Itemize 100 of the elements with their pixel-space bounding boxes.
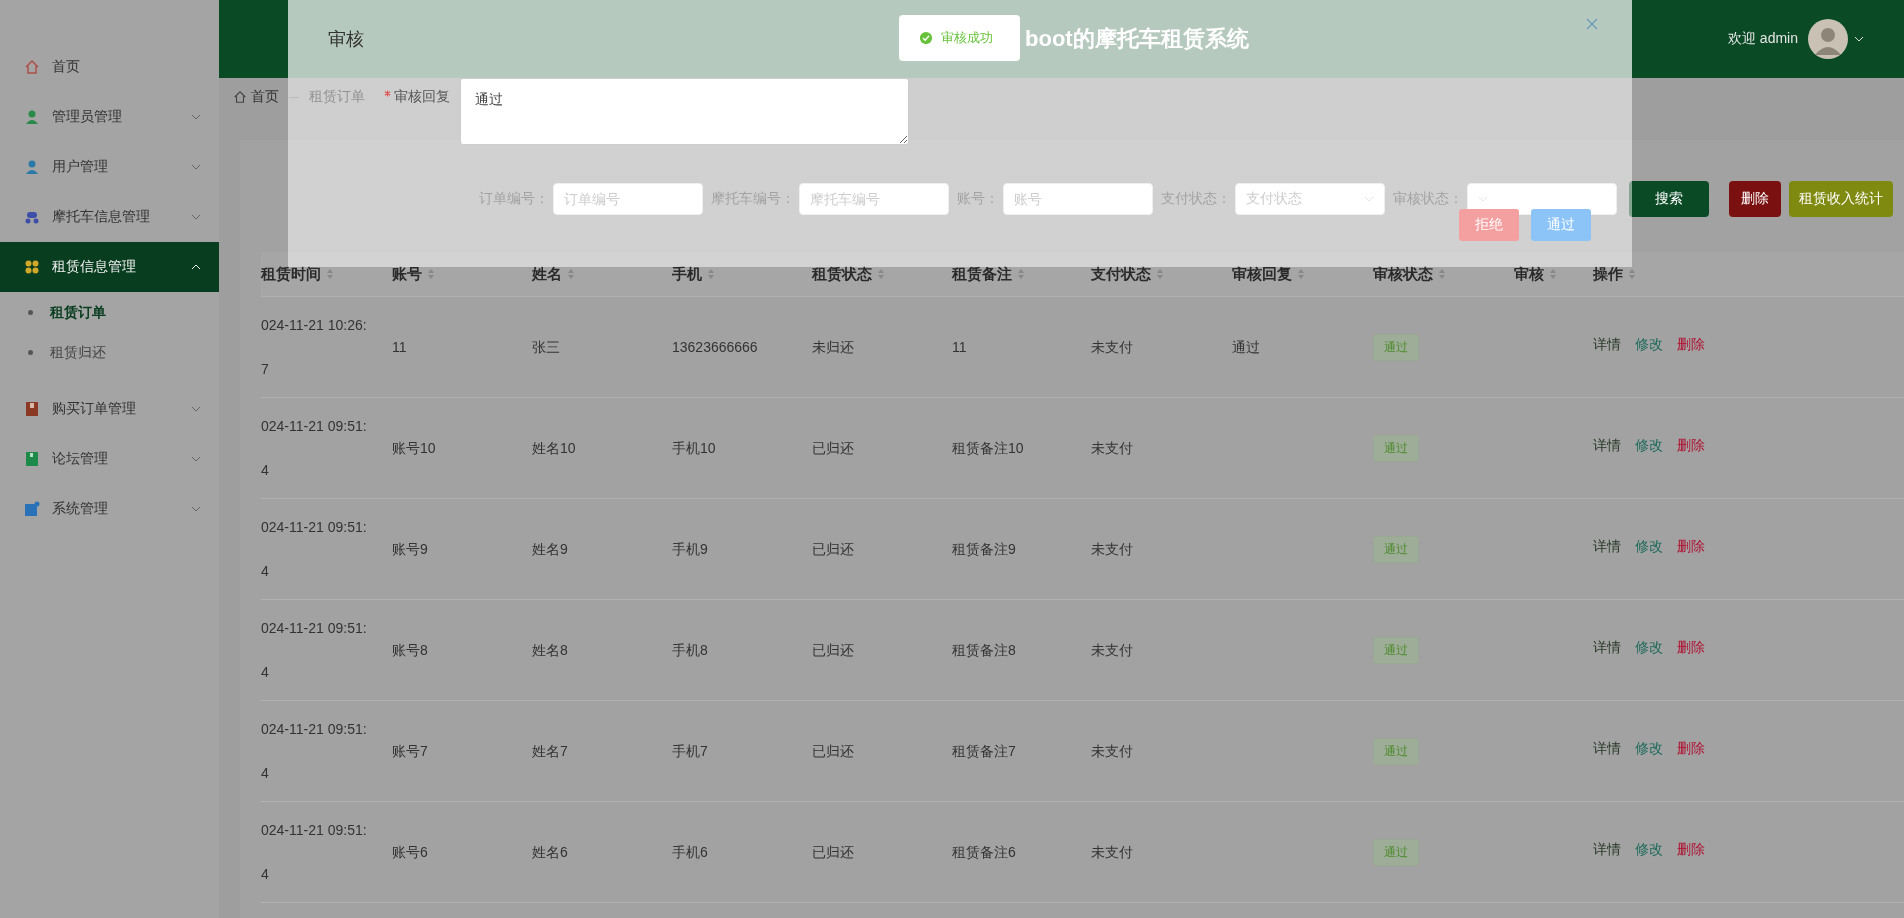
field-label: 审核回复: [394, 88, 450, 106]
sidebar-menu-item[interactable]: 用户管理: [0, 142, 219, 192]
book-icon: [24, 401, 40, 417]
avatar-icon[interactable]: [1808, 19, 1848, 59]
sort-icon[interactable]: [877, 268, 885, 280]
grid-icon: [24, 259, 40, 275]
row-action-link[interactable]: 修改: [1635, 841, 1663, 859]
column-header[interactable]: 支付状态: [1091, 264, 1151, 284]
row-action-link[interactable]: 修改: [1635, 437, 1663, 455]
status-tag: 通过: [1373, 535, 1419, 563]
welcome-text: 欢迎 admin: [1727, 30, 1798, 48]
row-action-link[interactable]: 删除: [1677, 841, 1705, 859]
column-header[interactable]: 审核: [1514, 264, 1544, 284]
table-cell-text: 024-11-21 09:51: 4: [261, 619, 367, 682]
reply-textarea[interactable]: 通过: [460, 78, 909, 145]
sort-icon[interactable]: [707, 268, 715, 280]
row-action-link[interactable]: 修改: [1635, 538, 1663, 556]
status-tag: 通过: [1373, 737, 1419, 765]
status-tag: 通过: [1373, 838, 1419, 866]
sidebar-menu-item[interactable]: 购买订单管理: [0, 384, 219, 434]
table-cell-text: 未支付: [1091, 338, 1133, 357]
table-cell-text: 已归还: [812, 843, 854, 862]
table-cell-text: 账号10: [392, 439, 436, 458]
table-cell-text: 024-11-21 09:51: 4: [261, 518, 367, 581]
chevron-icon[interactable]: [1854, 36, 1864, 42]
row-action-link[interactable]: 修改: [1635, 740, 1663, 758]
close-icon[interactable]: [1586, 18, 1598, 30]
table-cell-text: 11: [952, 338, 967, 357]
sidebar-menu-item[interactable]: 系统管理: [0, 484, 219, 534]
person-icon: [24, 159, 40, 175]
sidebar-menu-item[interactable]: 租赁信息管理: [0, 242, 219, 292]
table-cell-text: 未支付: [1091, 641, 1133, 660]
table-cell-text: 姓名9: [532, 540, 568, 559]
table-cell-text: 未支付: [1091, 843, 1133, 862]
row-action-link[interactable]: 删除: [1677, 639, 1705, 657]
chevron-icon: [1478, 196, 1488, 202]
row-action-link[interactable]: 详情: [1593, 841, 1621, 859]
toolbar-button[interactable]: 租赁收入统计: [1789, 181, 1893, 217]
table-cell-text: 024-11-21 09:51: 4: [261, 720, 367, 783]
status-tag: 通过: [1373, 434, 1419, 462]
table-cell-text: 账号6: [392, 843, 428, 862]
sort-icon[interactable]: [427, 268, 435, 280]
row-action-link[interactable]: 详情: [1593, 639, 1621, 657]
row-action-link[interactable]: 修改: [1635, 639, 1663, 657]
sidebar-menu-item[interactable]: 论坛管理: [0, 434, 219, 484]
sidebar-submenu-item[interactable]: 租赁订单: [0, 292, 219, 332]
motorbike-icon: [24, 209, 40, 225]
table-cell-text: 未支付: [1091, 742, 1133, 761]
sort-icon[interactable]: [1297, 268, 1305, 280]
toolbar-button[interactable]: 搜索: [1629, 181, 1709, 217]
table-cell-text: 手机9: [672, 540, 708, 559]
table-cell-text: 姓名10: [532, 439, 576, 458]
sort-icon[interactable]: [1628, 268, 1636, 280]
toolbar-button[interactable]: 删除: [1729, 181, 1781, 217]
table-cell-text: 账号9: [392, 540, 428, 559]
sidebar-menu-item[interactable]: 管理员管理: [0, 92, 219, 142]
table-cell-text: 姓名7: [532, 742, 568, 761]
row-action-link[interactable]: 删除: [1677, 538, 1705, 556]
breadcrumb-link[interactable]: 首页: [251, 88, 279, 106]
sort-icon[interactable]: [1017, 268, 1025, 280]
column-header[interactable]: 租赁时间: [261, 264, 321, 284]
row-action-link[interactable]: 详情: [1593, 336, 1621, 354]
sort-icon[interactable]: [567, 268, 575, 280]
row-action-link[interactable]: 详情: [1593, 437, 1621, 455]
row-action-link[interactable]: 详情: [1593, 538, 1621, 556]
table-cell-text: 已归还: [812, 439, 854, 458]
toast-message: 审核成功: [899, 15, 1020, 61]
sort-icon[interactable]: [326, 268, 334, 280]
column-header[interactable]: 操作: [1593, 264, 1623, 284]
table-cell-text: 手机7: [672, 742, 708, 761]
table-cell-text: 手机6: [672, 843, 708, 862]
sort-icon[interactable]: [1549, 268, 1557, 280]
row-action-link[interactable]: 修改: [1635, 336, 1663, 354]
column-header[interactable]: 审核回复: [1232, 264, 1292, 284]
column-header[interactable]: 账号: [392, 264, 422, 284]
column-header[interactable]: 姓名: [532, 264, 562, 284]
row-action-link[interactable]: 删除: [1677, 336, 1705, 354]
table-cell-text: 11: [392, 338, 407, 357]
table-cell-text: 13623666666: [672, 338, 758, 357]
table-cell-text: 姓名8: [532, 641, 568, 660]
sort-icon[interactable]: [1438, 268, 1446, 280]
table-cell-text: 已归还: [812, 641, 854, 660]
table-cell-text: 024-11-21 09:51: 4: [261, 821, 367, 884]
table-cell-text: 未支付: [1091, 439, 1133, 458]
sort-icon[interactable]: [1156, 268, 1164, 280]
row-action-link[interactable]: 详情: [1593, 740, 1621, 758]
table-cell-text: 未归还: [812, 338, 854, 357]
sidebar-menu-item[interactable]: 首页: [0, 42, 219, 92]
row-action-link[interactable]: 删除: [1677, 437, 1705, 455]
table-cell-text: 租赁备注8: [952, 641, 1016, 660]
column-header[interactable]: 租赁备注: [952, 264, 1012, 284]
row-action-link[interactable]: 删除: [1677, 740, 1705, 758]
column-header[interactable]: 租赁状态: [812, 264, 872, 284]
sidebar-submenu-item[interactable]: 租赁归还: [0, 332, 219, 372]
table-cell-text: 租赁备注7: [952, 742, 1016, 761]
table-cell-text: 已归还: [812, 742, 854, 761]
column-header[interactable]: 审核状态: [1373, 264, 1433, 284]
table-cell-text: 已归还: [812, 540, 854, 559]
sidebar-menu-item[interactable]: 摩托车信息管理: [0, 192, 219, 242]
column-header[interactable]: 手机: [672, 264, 702, 284]
